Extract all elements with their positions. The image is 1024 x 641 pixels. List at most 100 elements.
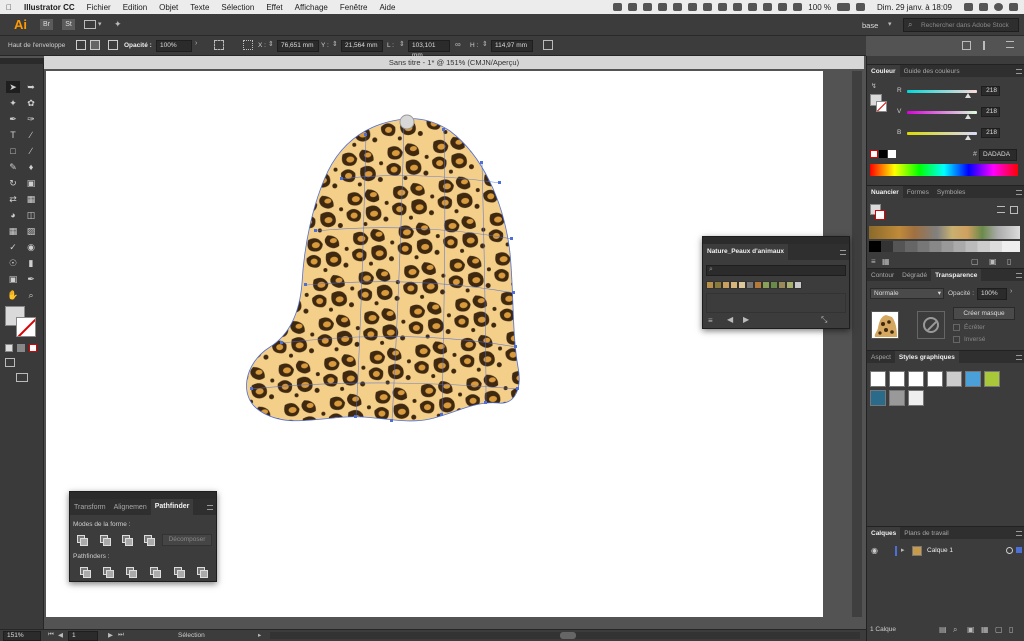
shape-builder-icon[interactable]: ◕ bbox=[6, 209, 20, 221]
visibility-eye-icon[interactable]: ◉ bbox=[871, 546, 878, 555]
panel-menu-icon[interactable] bbox=[1016, 69, 1022, 74]
tab-symbols[interactable]: Symboles bbox=[933, 186, 970, 199]
color-stroke-swatch[interactable] bbox=[876, 101, 887, 112]
panel-menu-icon[interactable] bbox=[207, 505, 213, 510]
selection-tool-icon[interactable]: ➤ bbox=[6, 81, 20, 93]
dock-grid-icon[interactable] bbox=[962, 41, 971, 50]
menu-effet[interactable]: Effet bbox=[260, 3, 288, 12]
stroke-swatch[interactable] bbox=[16, 317, 36, 337]
panel-menu-icon[interactable] bbox=[1016, 273, 1022, 278]
opacity-mask-placeholder[interactable] bbox=[917, 311, 945, 339]
camera-icon[interactable] bbox=[613, 3, 623, 11]
x-stepper-icon[interactable]: ⇕ bbox=[268, 40, 274, 48]
width-field[interactable]: 103,101 mm bbox=[408, 40, 450, 59]
tab-artboards[interactable]: Plans de travail bbox=[900, 527, 952, 540]
target-icon[interactable] bbox=[1006, 547, 1013, 554]
new-sublayer-icon[interactable]: ▦ bbox=[981, 625, 989, 634]
evernote-icon[interactable] bbox=[643, 3, 653, 11]
menu-edition[interactable]: Edition bbox=[117, 3, 153, 12]
eraser-tool-icon[interactable]: ♦ bbox=[24, 161, 38, 173]
tab-color[interactable]: Couleur bbox=[867, 64, 900, 78]
chevron-right-icon[interactable]: › bbox=[195, 40, 197, 47]
tab-appearance[interactable]: Aspect bbox=[867, 351, 895, 364]
locate-object-icon[interactable]: ⌕ bbox=[953, 625, 957, 635]
unite-icon[interactable] bbox=[77, 535, 88, 546]
blue-slider-thumb[interactable] bbox=[965, 135, 971, 140]
dock-menu-icon[interactable] bbox=[1006, 41, 1014, 48]
free-transform-icon[interactable]: ▦ bbox=[24, 193, 38, 205]
tab-align[interactable]: Alignemen bbox=[110, 501, 151, 514]
chevron-down-icon[interactable]: ▾ bbox=[888, 20, 892, 28]
minus-front-icon[interactable] bbox=[100, 535, 111, 546]
curvature-tool-icon[interactable]: ✑ bbox=[24, 113, 38, 125]
draw-mode-icon[interactable] bbox=[5, 358, 15, 367]
swatch-snake[interactable] bbox=[762, 281, 770, 289]
style-default[interactable] bbox=[870, 371, 886, 387]
menu-fenetre[interactable]: Fenêtre bbox=[334, 3, 374, 12]
transform-options-icon[interactable] bbox=[543, 40, 553, 50]
flag-icon[interactable] bbox=[855, 3, 865, 11]
stock-search-field[interactable]: ⌕ Rechercher dans Adobe Stock bbox=[903, 18, 1019, 32]
height-stepper-icon[interactable]: ⇕ bbox=[482, 40, 488, 48]
x-position-field[interactable]: 76,651 mm bbox=[277, 40, 319, 52]
previous-artboard-icon[interactable]: ◀ bbox=[58, 631, 63, 639]
magic-wand-icon[interactable]: ✦ bbox=[6, 97, 20, 109]
opacity-field[interactable]: 100% bbox=[156, 40, 192, 52]
blend-tool-icon[interactable]: ◉ bbox=[24, 241, 38, 253]
transparency-opacity-field[interactable]: 100% bbox=[977, 288, 1007, 300]
panel-drag-header[interactable] bbox=[703, 237, 849, 244]
type-tool-icon[interactable]: T bbox=[6, 129, 20, 141]
new-color-group-icon[interactable]: ▢ bbox=[971, 257, 979, 266]
swatch-tiger[interactable] bbox=[722, 281, 730, 289]
layer-name[interactable]: Calque 1 bbox=[927, 547, 953, 554]
battery-icon[interactable] bbox=[836, 3, 850, 11]
menu-affichage[interactable]: Affichage bbox=[289, 3, 334, 12]
fill-stroke-swap-icon[interactable]: ↯ bbox=[871, 82, 877, 90]
chevron-right-icon[interactable]: › bbox=[1010, 288, 1012, 295]
trim-icon[interactable] bbox=[103, 567, 114, 578]
menu-fichier[interactable]: Fichier bbox=[81, 3, 117, 12]
layer-row[interactable]: ◉ ▸ Calque 1 bbox=[867, 544, 1024, 558]
blue-value[interactable]: 218 bbox=[981, 128, 1000, 138]
minus-back-icon[interactable] bbox=[197, 567, 208, 578]
pen-tool-icon[interactable]: ✒ bbox=[6, 113, 20, 125]
pencil-tool-icon[interactable]: ✎ bbox=[6, 161, 20, 173]
symbol-sprayer-icon[interactable]: ☉ bbox=[6, 257, 20, 269]
list-view-icon[interactable] bbox=[997, 206, 1005, 213]
stock-button[interactable]: St bbox=[62, 19, 75, 30]
workspace-switcher[interactable]: base bbox=[862, 21, 878, 30]
none-mode-icon[interactable] bbox=[29, 344, 37, 352]
none-color-icon[interactable] bbox=[870, 150, 878, 158]
red-slider-thumb[interactable] bbox=[965, 93, 971, 98]
swatches-stroke-icon[interactable] bbox=[875, 210, 885, 220]
menu-selection[interactable]: Sélection bbox=[215, 3, 260, 12]
style-shadow[interactable] bbox=[889, 390, 905, 406]
menu-app-name[interactable]: Illustrator CC bbox=[18, 3, 81, 12]
red-value[interactable]: 218 bbox=[981, 86, 1000, 96]
eyedropper-icon[interactable]: ✓ bbox=[6, 241, 20, 253]
intersect-icon[interactable] bbox=[122, 535, 133, 546]
swatch-leopard[interactable] bbox=[706, 281, 714, 289]
swatch-cheetah[interactable] bbox=[730, 281, 738, 289]
clock-icon[interactable] bbox=[733, 3, 743, 11]
color-mode-icon[interactable] bbox=[5, 344, 13, 352]
swatch-zebra[interactable] bbox=[746, 281, 754, 289]
horizontal-scroll-thumb[interactable] bbox=[560, 632, 576, 639]
show-kinds-icon[interactable]: ▦ bbox=[882, 257, 890, 266]
reference-point-icon[interactable] bbox=[243, 40, 253, 50]
width-tool-icon[interactable]: ⇄ bbox=[6, 193, 20, 205]
tab-color-guide[interactable]: Guide des couleurs bbox=[900, 65, 964, 78]
tab-brushes[interactable]: Formes bbox=[903, 186, 933, 199]
tab-layers[interactable]: Calques bbox=[867, 526, 901, 540]
library-menu-icon[interactable]: ≡ bbox=[708, 316, 713, 325]
expand-panel-icon[interactable]: ⤡ bbox=[821, 315, 827, 325]
document-tab[interactable]: Sans titre - 1* @ 151% (CMJN/Aperçu) bbox=[44, 56, 864, 69]
circle-icon[interactable] bbox=[718, 3, 728, 11]
align-to-icon[interactable] bbox=[214, 40, 224, 50]
new-layer-icon[interactable]: ▢ bbox=[995, 625, 1003, 634]
style-soft[interactable] bbox=[908, 390, 924, 406]
direct-selection-tool-icon[interactable]: ➥ bbox=[24, 81, 38, 93]
cloud-icon[interactable] bbox=[673, 3, 683, 11]
tab-transform[interactable]: Transform bbox=[70, 501, 110, 514]
menu-texte[interactable]: Texte bbox=[184, 3, 215, 12]
